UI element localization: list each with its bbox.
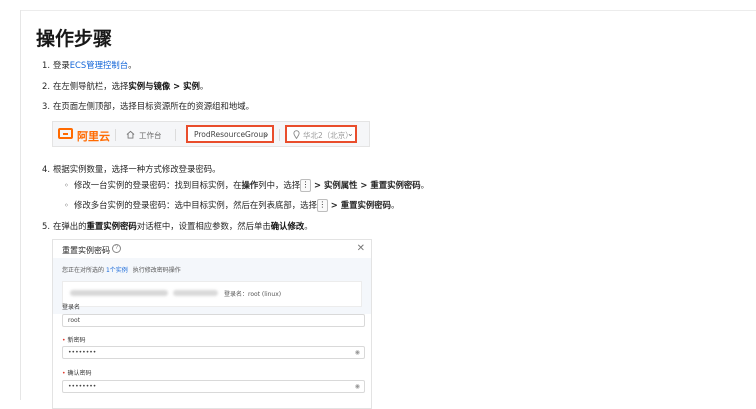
ecs-console-link[interactable]: ECS管理控制台: [70, 60, 128, 70]
reset-password-dialog-screenshot: 重置实例密码 ? ✕ 您正在对所选的 1个实例 执行修改密码操作 登录名：roo…: [52, 239, 372, 409]
divider: [175, 129, 176, 141]
aliyun-logo-text: 阿里云: [77, 130, 110, 143]
divider: [279, 129, 280, 141]
redacted-instance-name: [173, 290, 218, 296]
chevron-down-icon: ⌄: [263, 129, 270, 138]
eye-icon[interactable]: ◉: [355, 383, 360, 390]
region-selector[interactable]: 华北2（北京） ⌄: [285, 125, 357, 143]
step-3: 3. 在页面左侧顶部，选择目标资源所在的资源组和地域。: [42, 101, 254, 111]
selected-instances-notice: 您正在对所选的 1个实例 执行修改密码操作 登录名：root (linux): [53, 258, 371, 314]
step-5: 5. 在弹出的重置实例密码对话框中，设置相应参数，然后单击确认修改。: [42, 221, 313, 231]
workbench-link[interactable]: 工作台: [139, 130, 162, 141]
step-4-option-multiple: ◦ 修改多台实例的登录密码：选中目标实例，然后在列表底部，选择 ⋮ > 重置实例密码…: [64, 199, 400, 212]
console-top-bar-screenshot: 阿里云 工作台 ProdResourceGroup ⌄ 华北2（北京） ⌄: [52, 121, 370, 147]
resource-group-selector[interactable]: ProdResourceGroup ⌄: [186, 125, 274, 143]
left-divider: [20, 10, 21, 400]
help-icon[interactable]: ?: [112, 244, 121, 253]
chevron-down-icon: ⌄: [347, 129, 354, 138]
username-field[interactable]: root: [62, 314, 365, 327]
step-2: 2. 在左侧导航栏，选择实例与镜像 > 实例。: [42, 81, 209, 91]
notice-text: 您正在对所选的 1个实例 执行修改密码操作: [62, 267, 181, 274]
new-password-label: • 新密码: [62, 337, 86, 344]
eye-icon[interactable]: ◉: [355, 349, 360, 356]
more-actions-icon: ⋮: [316, 199, 328, 212]
resource-group-value: ProdResourceGroup: [194, 130, 268, 139]
instance-count-link[interactable]: 1个实例: [106, 267, 128, 274]
section-heading: 操作步骤: [36, 28, 113, 50]
more-actions-icon: ⋮: [300, 179, 312, 192]
new-password-field[interactable]: •••••••• ◉: [62, 346, 365, 359]
username-label: 登录名: [62, 304, 81, 311]
close-icon[interactable]: ✕: [357, 243, 365, 254]
instance-login-user: 登录名：root (linux): [224, 291, 282, 298]
region-value: 华北2（北京）: [303, 131, 353, 140]
home-icon[interactable]: [126, 130, 135, 139]
confirm-password-field[interactable]: •••••••• ◉: [62, 380, 365, 393]
dialog-title: 重置实例密码: [62, 246, 110, 255]
location-pin-icon: [293, 130, 300, 139]
instance-row: 登录名：root (linux): [62, 281, 362, 307]
step-1: 1. 登录ECS管理控制台。: [42, 60, 137, 70]
redacted-instance-id: [70, 290, 168, 296]
aliyun-logo-icon: [58, 128, 73, 139]
step-4: 4. 根据实例数量，选择一种方式修改登录密码。: [42, 164, 221, 174]
confirm-password-label: • 确认密码: [62, 370, 92, 377]
step-4-option-single: ◦ 修改一台实例的登录密码：找到目标实例，在操作列中，选择 ⋮ > 实例属性 > 重…: [64, 179, 429, 192]
divider: [115, 129, 116, 141]
top-divider: [20, 10, 756, 11]
